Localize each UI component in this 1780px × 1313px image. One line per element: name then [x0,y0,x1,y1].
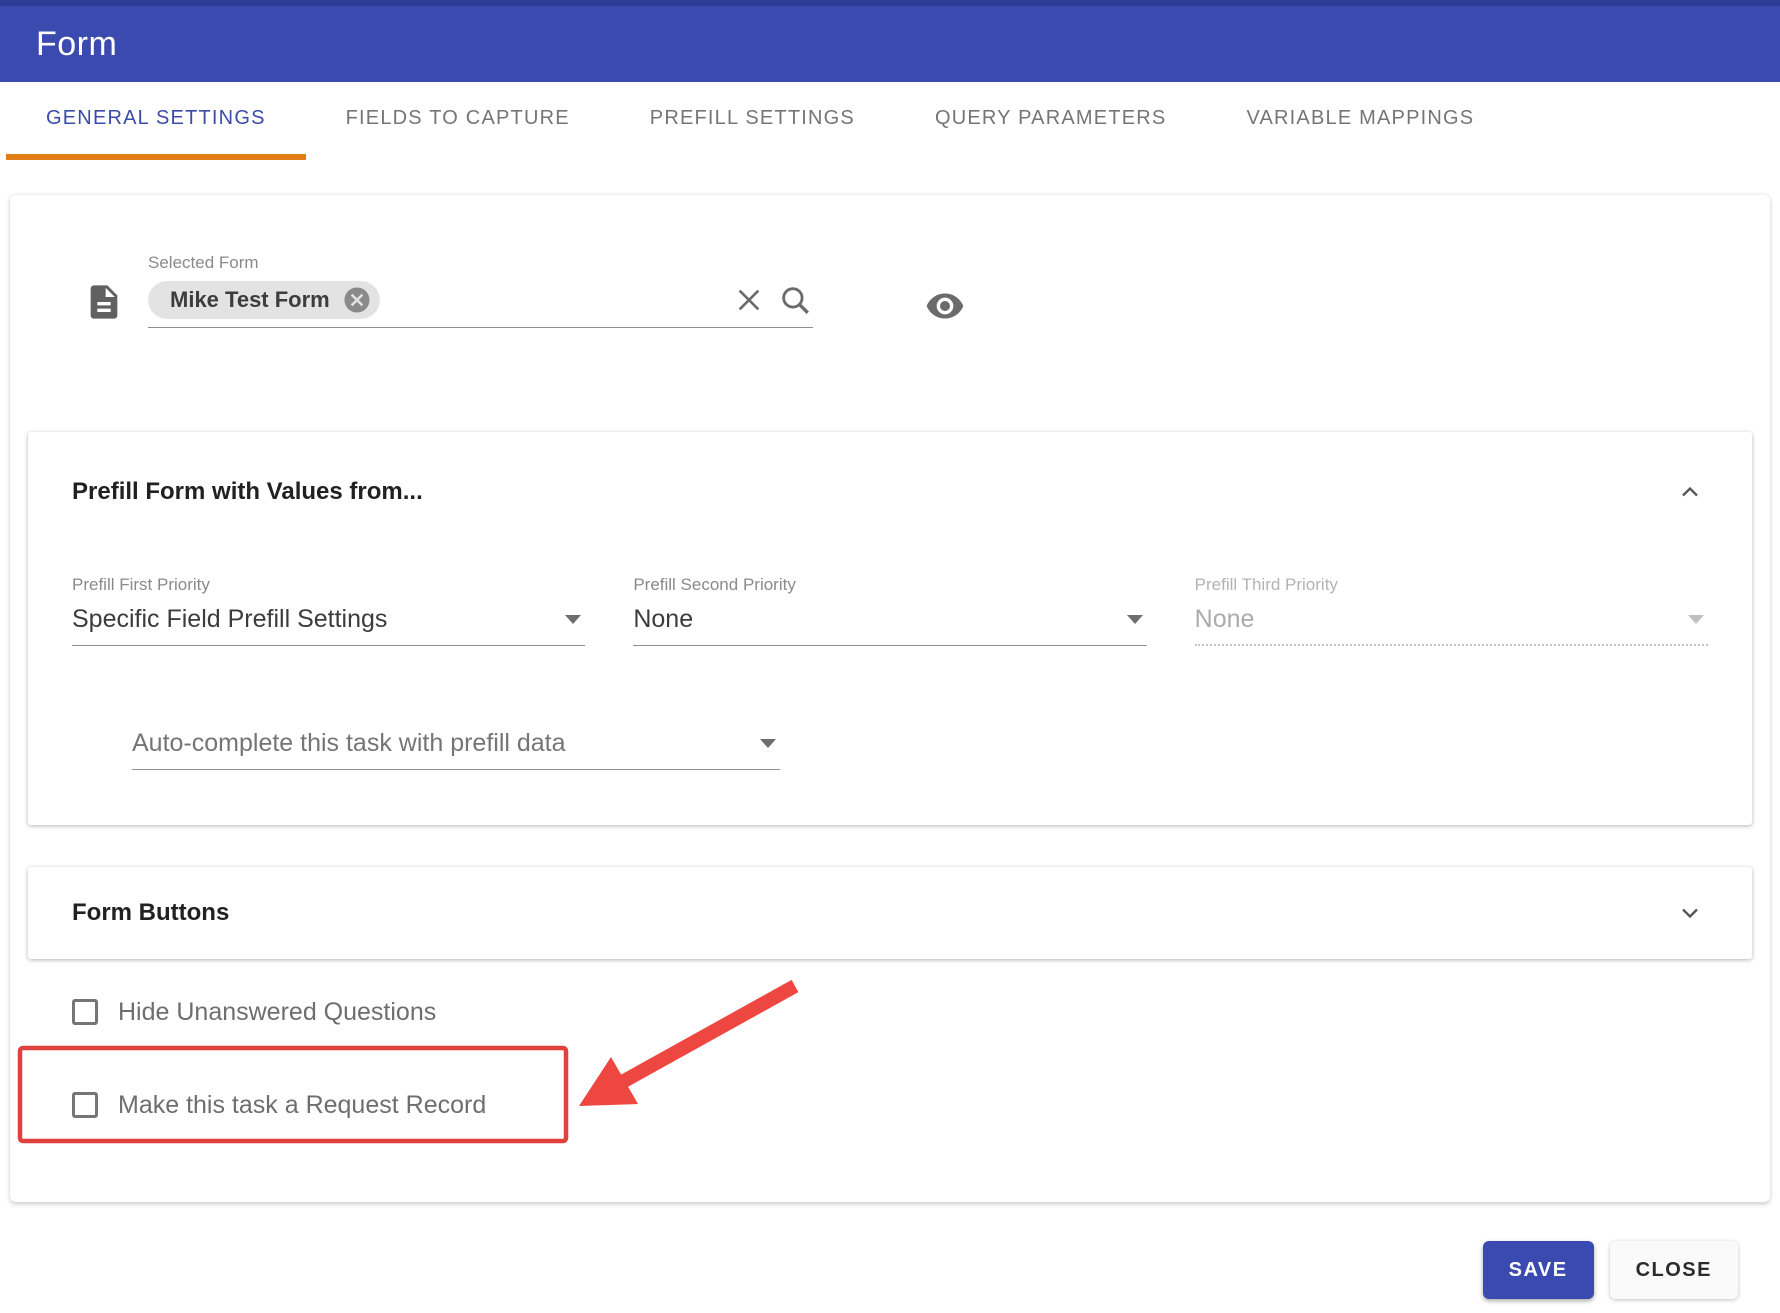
search-icon[interactable] [777,282,813,318]
tab-general-settings[interactable]: GENERAL SETTINGS [6,82,306,160]
prefill-panel-title: Prefill Form with Values from... [72,478,423,505]
dropdown-arrow-icon [565,614,582,624]
dropdown-label: Prefill Second Priority [633,575,796,594]
selected-form-field[interactable]: Selected Form Mike Test Form [148,253,813,328]
chip-label: Mike Test Form [170,287,330,312]
form-buttons-title: Form Buttons [72,899,230,926]
selected-form-section: Selected Form Mike Test Form [84,253,1770,328]
tab-bar: GENERAL SETTINGS FIELDS TO CAPTURE PREFI… [0,82,1780,160]
prefill-second-priority-dropdown[interactable]: Prefill Second Priority None [633,574,1147,646]
tab-variable-mappings[interactable]: VARIABLE MAPPINGS [1206,82,1514,160]
dropdown-arrow-icon [1687,614,1704,624]
prefill-panel: Prefill Form with Values from... Prefill… [28,432,1752,825]
dropdown-value: None [633,605,694,633]
dialog-header: Form [0,0,1780,82]
document-icon [84,280,124,324]
tab-prefill-settings[interactable]: PREFILL SETTINGS [610,82,895,160]
save-button[interactable]: SAVE [1482,1241,1594,1299]
form-buttons-panel[interactable]: Form Buttons [28,867,1752,959]
chevron-up-icon[interactable] [1672,474,1708,510]
checkbox-label: Make this task a Request Record [118,1090,487,1119]
prefill-first-priority-dropdown[interactable]: Prefill First Priority Specific Field Pr… [72,574,586,646]
clear-icon[interactable] [731,282,767,318]
dropdown-label: Prefill Third Priority [1194,575,1338,594]
chevron-down-icon[interactable] [1672,895,1708,931]
dropdown-arrow-icon [760,738,776,748]
prefill-third-priority-dropdown: Prefill Third Priority None [1194,574,1708,646]
eye-icon[interactable] [921,284,969,328]
dropdown-value: None [1194,605,1255,633]
chip-remove-icon[interactable] [342,285,372,315]
autocomplete-value: Auto-complete this task with prefill dat… [132,729,566,757]
checkbox-icon[interactable] [72,999,98,1025]
close-button[interactable]: CLOSE [1609,1241,1738,1299]
dropdown-arrow-icon [1126,614,1143,624]
dropdown-label: Prefill First Priority [72,575,210,594]
autocomplete-dropdown[interactable]: Auto-complete this task with prefill dat… [132,728,780,770]
dialog-actions: SAVE CLOSE [0,1241,1780,1299]
make-request-record-checkbox[interactable]: Make this task a Request Record [72,1088,1770,1122]
selected-form-label: Selected Form [148,253,259,272]
selected-form-chip[interactable]: Mike Test Form [148,281,380,319]
tab-query-parameters[interactable]: QUERY PARAMETERS [895,82,1206,160]
page-title: Form [36,24,118,63]
checkbox-icon[interactable] [72,1092,98,1118]
hide-unanswered-questions-checkbox[interactable]: Hide Unanswered Questions [72,995,1770,1029]
tab-fields-to-capture[interactable]: FIELDS TO CAPTURE [306,82,610,160]
dropdown-value: Specific Field Prefill Settings [72,605,388,633]
general-settings-card: Selected Form Mike Test Form Prefill For… [10,195,1770,1203]
checkbox-label: Hide Unanswered Questions [118,997,437,1026]
